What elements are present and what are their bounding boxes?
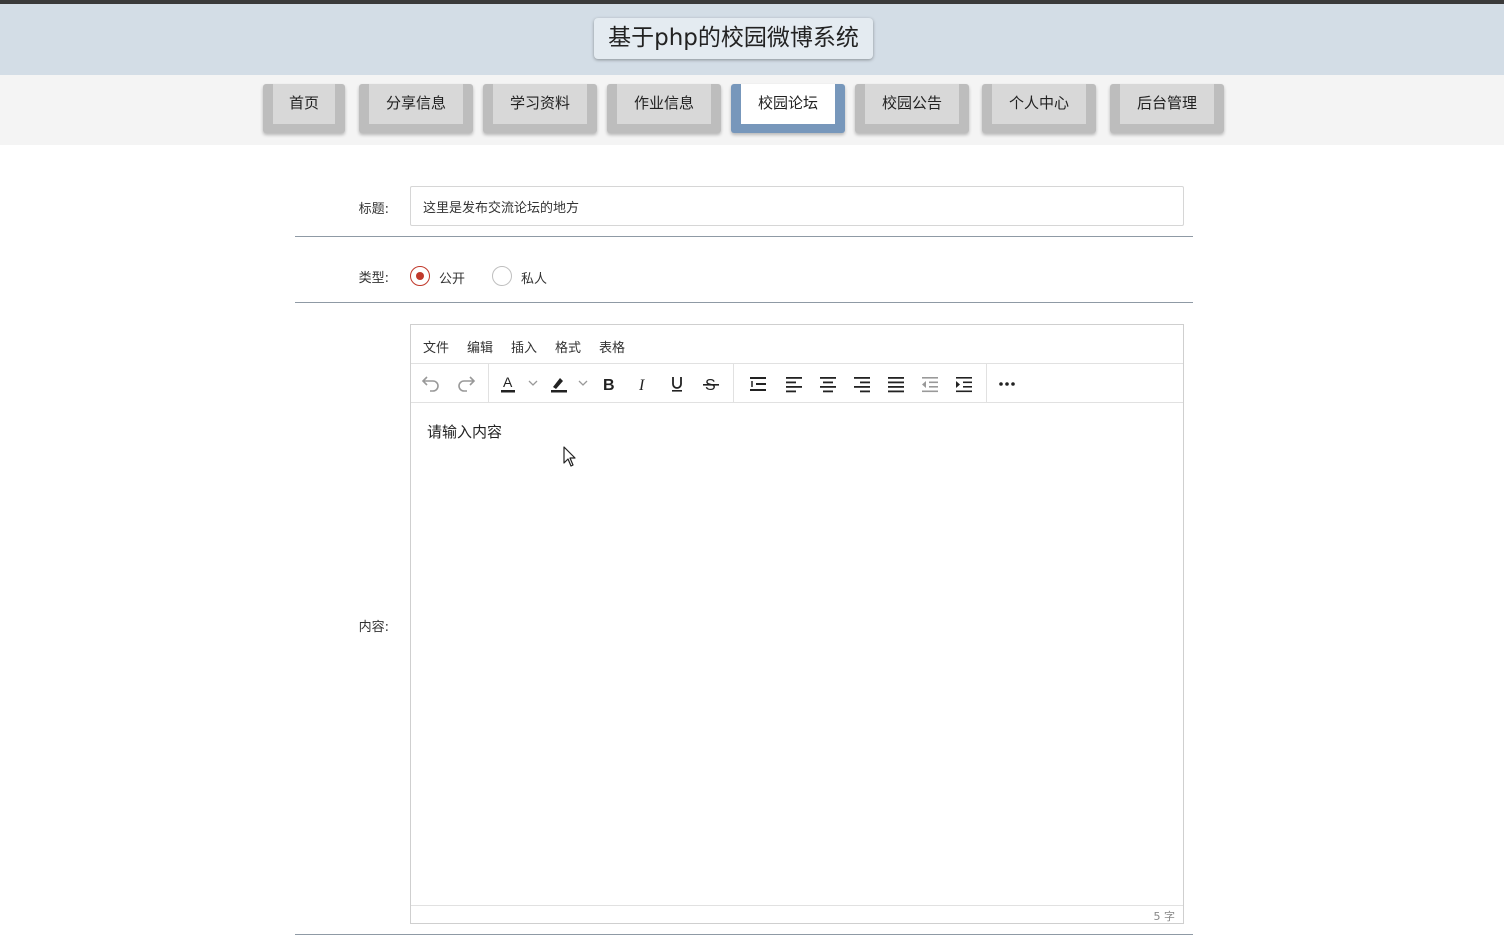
redo-icon[interactable]: [452, 370, 480, 398]
word-count: 5 字: [1153, 910, 1176, 923]
site-header: 基于php的校园微博系统: [0, 4, 1504, 75]
indent-icon[interactable]: [950, 370, 978, 398]
menu-edit[interactable]: 编辑: [467, 337, 493, 356]
title-input[interactable]: [410, 186, 1184, 226]
nav-item-label: 首页: [273, 84, 335, 124]
nav-item-study-materials[interactable]: 学习资料: [483, 84, 597, 133]
nav-item-home[interactable]: 首页: [263, 84, 345, 133]
menu-table[interactable]: 表格: [599, 337, 625, 356]
type-label: 类型:: [358, 271, 389, 286]
nav-item-announcements[interactable]: 校园公告: [855, 84, 969, 133]
toolbar-separator: [986, 364, 987, 402]
radio-private[interactable]: [492, 266, 512, 286]
editor-toolbar: A B I S: [411, 364, 1183, 403]
content-label: 内容:: [358, 620, 389, 635]
svg-text:A: A: [503, 374, 513, 390]
toolbar-separator: [733, 364, 734, 402]
main-nav: 首页 分享信息 学习资料 作业信息 校园论坛 校园公告 个人中心 后台管理: [0, 75, 1504, 145]
outdent-icon[interactable]: [916, 370, 944, 398]
rich-text-editor: 文件 编辑 插入 格式 表格 A B I 请输入内容 5 字: [410, 324, 1184, 924]
underline-icon[interactable]: [663, 370, 691, 398]
svg-text:I: I: [638, 377, 645, 394]
editor-menubar: 文件 编辑 插入 格式 表格: [411, 325, 1183, 364]
radio-private-label[interactable]: 私人: [521, 268, 547, 287]
nav-item-label: 分享信息: [369, 84, 463, 124]
align-justify-icon[interactable]: [882, 370, 910, 398]
mouse-cursor-icon: [563, 446, 577, 472]
menu-file[interactable]: 文件: [423, 337, 449, 356]
editor-statusbar: 5 字: [411, 905, 1183, 923]
italic-icon[interactable]: I: [629, 370, 657, 398]
radio-public[interactable]: [410, 266, 430, 286]
align-left-icon[interactable]: [780, 370, 808, 398]
nav-item-label: 校园公告: [865, 84, 959, 124]
nav-item-label: 学习资料: [493, 84, 587, 124]
row-divider: [295, 934, 1193, 935]
nav-item-admin[interactable]: 后台管理: [1110, 84, 1224, 133]
menu-insert[interactable]: 插入: [511, 337, 537, 356]
line-height-icon[interactable]: [744, 370, 772, 398]
nav-item-personal-center[interactable]: 个人中心: [982, 84, 1096, 133]
more-icon[interactable]: [993, 370, 1021, 398]
site-title: 基于php的校园微博系统: [594, 18, 873, 59]
nav-item-label: 个人中心: [992, 84, 1086, 124]
svg-text:B: B: [603, 377, 615, 394]
align-center-icon[interactable]: [814, 370, 842, 398]
radio-public-label[interactable]: 公开: [439, 268, 465, 287]
row-divider: [295, 302, 1193, 303]
align-right-icon[interactable]: [848, 370, 876, 398]
editor-content[interactable]: 请输入内容: [427, 421, 502, 442]
text-color-icon[interactable]: A: [496, 370, 542, 398]
nav-item-share[interactable]: 分享信息: [359, 84, 473, 133]
nav-item-label: 后台管理: [1120, 84, 1214, 124]
nav-item-forum[interactable]: 校园论坛: [731, 84, 845, 133]
toolbar-separator: [488, 364, 489, 402]
nav-item-label: 校园论坛: [741, 84, 835, 124]
menu-format[interactable]: 格式: [555, 337, 581, 356]
highlight-color-icon[interactable]: [546, 370, 592, 398]
nav-item-label: 作业信息: [617, 84, 711, 124]
title-label: 标题:: [358, 202, 389, 217]
row-divider: [295, 236, 1193, 237]
strikethrough-icon[interactable]: S: [697, 370, 725, 398]
bold-icon[interactable]: B: [595, 370, 623, 398]
nav-item-homework[interactable]: 作业信息: [607, 84, 721, 133]
undo-icon[interactable]: [417, 370, 445, 398]
